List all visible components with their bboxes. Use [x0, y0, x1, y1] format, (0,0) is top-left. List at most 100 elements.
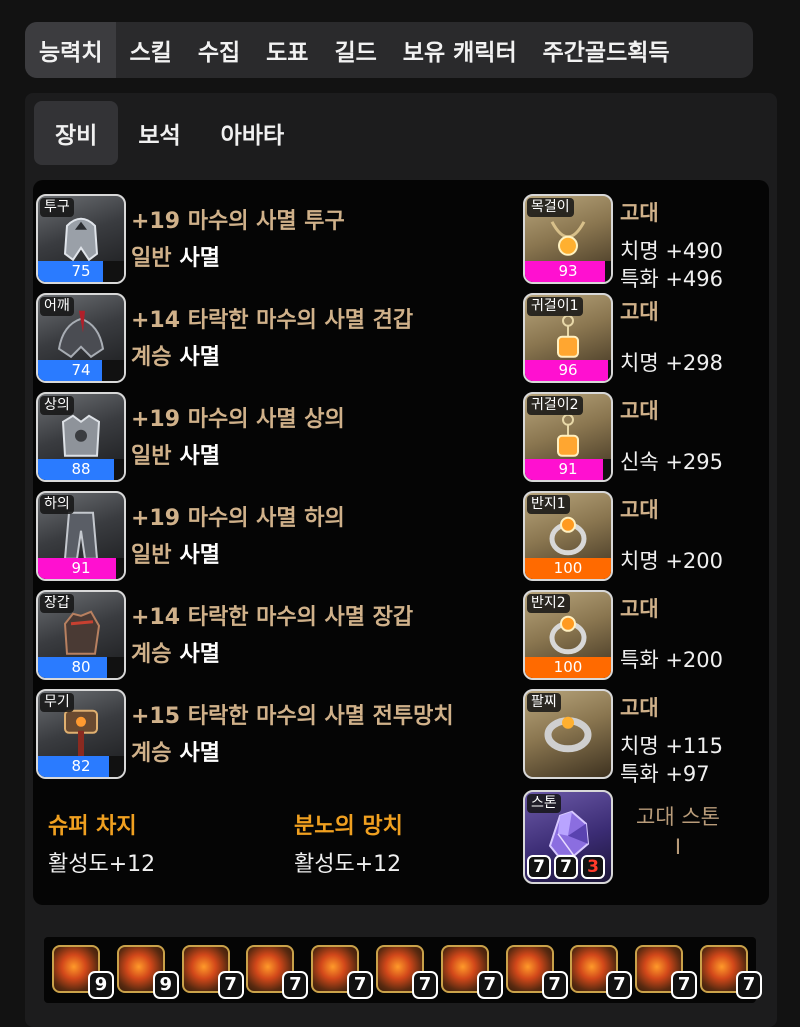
accessory-icon-slot[interactable]: 반지2 100: [523, 590, 613, 680]
quality-value: 88: [71, 460, 91, 478]
quality-bar: 80: [38, 657, 124, 678]
tab-collection[interactable]: 수집: [185, 22, 253, 78]
sub-tab-bar: 장비 보석 아바타: [34, 101, 304, 165]
engraving-value: 활성도+12: [294, 852, 402, 877]
accessory-grade: 고대: [620, 201, 659, 225]
accessory-grade: 고대: [620, 399, 659, 423]
quality-bar: 100: [525, 657, 611, 678]
equipment-name: +19 마수의 사멸 상의: [131, 407, 345, 432]
gem-level: 9: [152, 971, 179, 999]
slot-label: 팔찌: [527, 693, 561, 712]
gem-level: 7: [606, 971, 633, 999]
subtab-avatar[interactable]: 아바타: [201, 101, 304, 165]
gem-slot[interactable]: 7: [505, 943, 568, 999]
equipment-name: +14 타락한 마수의 사멸 견갑: [131, 308, 414, 333]
quality-bar: 88: [38, 459, 124, 480]
accessory-icon-slot[interactable]: 귀걸이1 96: [523, 293, 613, 383]
gem-slot[interactable]: 9: [52, 943, 114, 999]
gem-level: 7: [347, 971, 374, 999]
quality-bar: 74: [38, 360, 124, 381]
accessory-stat: 특화 +496: [620, 267, 723, 291]
accessory-stat: 특화 +200: [620, 648, 723, 672]
gem-slot[interactable]: 7: [570, 943, 633, 999]
stone-level: 3: [581, 855, 605, 879]
gem-level: 7: [736, 971, 762, 999]
equipment-set: 사멸: [179, 543, 220, 568]
quality-value: 91: [71, 559, 91, 577]
gem-slot[interactable]: 7: [181, 943, 244, 999]
tab-guild[interactable]: 길드: [321, 22, 389, 78]
quality-bar: 96: [525, 360, 611, 381]
quality-value: 100: [553, 559, 583, 577]
subtab-gems[interactable]: 보석: [118, 101, 200, 165]
accessory-stat: 치명 +115: [620, 734, 723, 758]
gem-slot[interactable]: 9: [116, 943, 179, 999]
quality-value: 100: [553, 658, 583, 676]
equipment-grade: 일반: [131, 246, 172, 271]
slot-label: 하의: [40, 495, 74, 514]
equipment-set: 사멸: [179, 444, 220, 469]
accessory-icon-slot[interactable]: 귀걸이2 91: [523, 392, 613, 482]
accessory-stat: 특화 +97: [620, 762, 710, 786]
quality-value: 93: [558, 262, 578, 280]
gem-slot[interactable]: 7: [700, 943, 762, 999]
stone-title: 고대 스톤 I: [618, 802, 738, 862]
tab-skills[interactable]: 스킬: [116, 22, 184, 78]
equipment-icon-slot[interactable]: 상의 88: [36, 392, 126, 482]
gem-slot[interactable]: 7: [635, 943, 698, 999]
gem-slot[interactable]: 7: [376, 943, 438, 999]
accessory-grade: 고대: [620, 597, 659, 621]
equipment-grade-line: 계승 사멸: [131, 339, 220, 371]
accessory-grade: 고대: [620, 498, 659, 522]
quality-bar: 93: [525, 261, 611, 282]
gem-slot[interactable]: 7: [311, 943, 374, 999]
equipment-icon-slot[interactable]: 어깨 74: [36, 293, 126, 383]
slot-label: 스톤: [527, 794, 561, 813]
slot-label: 귀걸이1: [527, 297, 583, 316]
tab-stats[interactable]: 능력치: [25, 22, 117, 78]
equipment-set: 사멸: [179, 642, 220, 667]
stone-level: 7: [554, 855, 578, 879]
subtab-equipment[interactable]: 장비: [34, 101, 119, 165]
accessory-stat: 치명 +298: [620, 351, 723, 375]
equipment-grade: 일반: [131, 444, 172, 469]
slot-label: 장갑: [40, 594, 74, 613]
gem-slot[interactable]: 7: [246, 943, 309, 999]
equipment-set: 사멸: [179, 741, 220, 766]
quality-bar: 100: [525, 558, 611, 579]
accessory-grade: 고대: [620, 300, 659, 324]
accessory-icon-slot[interactable]: 반지1 100: [523, 491, 613, 581]
equipment-grade-line: 일반 사멸: [131, 438, 220, 470]
stone-grade-text: 고대 스톤: [636, 805, 720, 829]
tab-weekly-gold[interactable]: 주간골드획득: [530, 22, 683, 78]
quality-bar: 82: [38, 756, 124, 777]
slot-label: 어깨: [40, 297, 74, 316]
gem-level: 9: [88, 971, 114, 999]
accessory-icon-slot[interactable]: 팔찌: [523, 689, 613, 779]
ability-stone-slot[interactable]: 스톤 7 7 3: [523, 790, 613, 884]
gem-level: 7: [217, 971, 244, 999]
equipment-name: +15 타락한 마수의 사멸 전투망치: [131, 704, 454, 729]
gem-bar: 9 9 7 7 7 7 7 7 7 7 7: [44, 937, 762, 1003]
equipment-name: +19 마수의 사멸 투구: [131, 209, 345, 234]
equipment-grade-line: 계승 사멸: [131, 735, 220, 767]
slot-label: 상의: [40, 396, 74, 415]
quality-value: 82: [71, 757, 91, 775]
equipment-icon-slot[interactable]: 무기 82: [36, 689, 126, 779]
accessory-icon-slot[interactable]: 목걸이 93: [523, 194, 613, 284]
gem-level: 7: [282, 971, 309, 999]
tab-charts[interactable]: 도표: [253, 22, 321, 78]
tab-owned-characters[interactable]: 보유 캐릭터: [390, 22, 530, 78]
equipment-grade: 계승: [131, 741, 172, 766]
quality-value: 96: [558, 361, 578, 379]
stone-level: 7: [527, 855, 551, 879]
equipment-icon-slot[interactable]: 장갑 80: [36, 590, 126, 680]
quality-value: 74: [71, 361, 91, 379]
gem-slot[interactable]: 7: [440, 943, 503, 999]
equipment-icon-slot[interactable]: 투구 75: [36, 194, 126, 284]
gem-level: 7: [671, 971, 698, 999]
equipment-icon-slot[interactable]: 하의 91: [36, 491, 126, 581]
gem-level: 7: [541, 971, 568, 999]
quality-value: 80: [71, 658, 91, 676]
gem-level: 7: [412, 971, 438, 999]
